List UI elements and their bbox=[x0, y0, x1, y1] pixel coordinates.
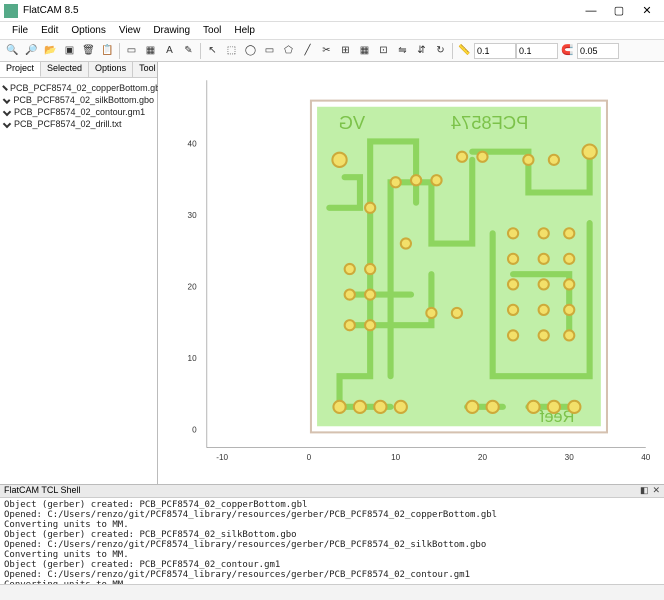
check-icon bbox=[3, 120, 11, 128]
zoom-out-icon[interactable]: 🔎 bbox=[22, 41, 41, 60]
project-tree: PCB_PCF8574_02_copperBottom.gbl PCB_PCF8… bbox=[0, 78, 157, 134]
check-icon bbox=[3, 96, 11, 104]
tree-label: PCB_PCF8574_02_contour.gm1 bbox=[14, 107, 145, 117]
statusbar bbox=[0, 584, 664, 600]
flip-h-icon[interactable]: ⇋ bbox=[393, 41, 412, 60]
pcb-board: VG PCF8574 Reef bbox=[311, 101, 607, 433]
app-icon bbox=[4, 4, 18, 18]
snap-y-input[interactable] bbox=[516, 43, 558, 59]
new-layer-icon[interactable]: ▦ bbox=[141, 41, 160, 60]
grid-icon[interactable]: ⊞ bbox=[336, 41, 355, 60]
layer-icon[interactable]: ▣ bbox=[60, 41, 79, 60]
line-icon[interactable]: ╱ bbox=[298, 41, 317, 60]
sidebar: Project Selected Options Tool PCB_PCF857… bbox=[0, 62, 158, 484]
rotate-icon[interactable]: ↻ bbox=[431, 41, 450, 60]
y-tick: 30 bbox=[188, 211, 198, 220]
menubar: File Edit Options View Drawing Tool Help bbox=[0, 22, 664, 40]
delete-icon[interactable]: 🗑 bbox=[79, 41, 98, 60]
canvas-area[interactable]: 0 10 20 30 40 -10 0 10 20 30 40 VG PCF85… bbox=[158, 62, 664, 484]
tab-selected[interactable]: Selected bbox=[41, 62, 89, 77]
text-icon[interactable]: A bbox=[160, 41, 179, 60]
x-tick: 0 bbox=[307, 453, 312, 462]
shell-title-label: FlatCAM TCL Shell bbox=[4, 485, 81, 497]
snap-icon[interactable]: ▦ bbox=[355, 41, 374, 60]
circle-icon[interactable]: ◯ bbox=[241, 41, 260, 60]
x-tick: 30 bbox=[565, 453, 575, 462]
flip-v-icon[interactable]: ⇵ bbox=[412, 41, 431, 60]
tcl-shell[interactable]: Object (gerber) created: PCB_PCF8574_02_… bbox=[0, 498, 664, 584]
threshold-input[interactable] bbox=[577, 43, 619, 59]
new-doc-icon[interactable]: ▭ bbox=[122, 41, 141, 60]
snap-x-input[interactable] bbox=[474, 43, 516, 59]
tree-item-drill[interactable]: PCB_PCF8574_02_drill.txt bbox=[3, 118, 154, 130]
menu-edit[interactable]: Edit bbox=[35, 24, 64, 37]
polygon-icon[interactable]: ⬠ bbox=[279, 41, 298, 60]
pointer-icon[interactable]: ↖ bbox=[203, 41, 222, 60]
tab-options[interactable]: Options bbox=[89, 62, 133, 77]
menu-view[interactable]: View bbox=[113, 24, 147, 37]
x-tick: -10 bbox=[216, 453, 228, 462]
tree-label: PCB_PCF8574_02_copperBottom.gbl bbox=[10, 83, 162, 93]
y-tick: 10 bbox=[188, 354, 198, 363]
menu-file[interactable]: File bbox=[6, 24, 34, 37]
maximize-button[interactable]: ▢ bbox=[606, 3, 632, 19]
array-icon[interactable]: ⊡ bbox=[374, 41, 393, 60]
toolbar: 🔍 🔎 📂 ▣ 🗑 📋 ▭ ▦ A ✎ ↖ ⬚ ◯ ▭ ⬠ ╱ ✂ ⊞ ▦ ⊡ … bbox=[0, 40, 664, 62]
silk-text: VG bbox=[339, 112, 366, 133]
window-title: FlatCAM 8.5 bbox=[23, 5, 79, 16]
note-icon[interactable]: ✎ bbox=[179, 41, 198, 60]
check-icon bbox=[3, 108, 11, 116]
tree-label: PCB_PCF8574_02_drill.txt bbox=[14, 119, 122, 129]
shell-titlebar: FlatCAM TCL Shell ◧ ✕ bbox=[0, 484, 664, 498]
zoom-in-icon[interactable]: 🔍 bbox=[3, 41, 22, 60]
x-tick: 40 bbox=[641, 453, 651, 462]
tree-label: PCB_PCF8574_02_silkBottom.gbo bbox=[13, 95, 154, 105]
open-icon[interactable]: 📂 bbox=[41, 41, 60, 60]
x-tick: 10 bbox=[391, 453, 401, 462]
menu-help[interactable]: Help bbox=[228, 24, 261, 37]
y-tick: 0 bbox=[192, 425, 197, 434]
sidebar-tabs: Project Selected Options Tool bbox=[0, 62, 157, 78]
y-tick: 20 bbox=[188, 282, 198, 291]
measure-icon[interactable]: 📏 bbox=[455, 41, 474, 60]
check-icon bbox=[2, 85, 8, 91]
select-icon[interactable]: ⬚ bbox=[222, 41, 241, 60]
shell-close-icon[interactable]: ✕ bbox=[652, 485, 660, 497]
tree-item-contour[interactable]: PCB_PCF8574_02_contour.gm1 bbox=[3, 106, 154, 118]
close-button[interactable]: ✕ bbox=[634, 3, 660, 19]
menu-tool[interactable]: Tool bbox=[197, 24, 227, 37]
cut-icon[interactable]: ✂ bbox=[317, 41, 336, 60]
copy-icon[interactable]: 📋 bbox=[98, 41, 117, 60]
tree-item-copper[interactable]: PCB_PCF8574_02_copperBottom.gbl bbox=[3, 82, 154, 94]
y-tick: 40 bbox=[188, 140, 198, 149]
shell-undock-icon[interactable]: ◧ bbox=[640, 485, 649, 497]
minimize-button[interactable]: — bbox=[578, 3, 604, 19]
menu-drawing[interactable]: Drawing bbox=[147, 24, 196, 37]
main-area: Project Selected Options Tool PCB_PCF857… bbox=[0, 62, 664, 484]
tab-project[interactable]: Project bbox=[0, 62, 41, 77]
magnet-icon[interactable]: 🧲 bbox=[558, 41, 577, 60]
titlebar: FlatCAM 8.5 — ▢ ✕ bbox=[0, 0, 664, 22]
x-tick: 20 bbox=[478, 453, 488, 462]
menu-options[interactable]: Options bbox=[65, 24, 111, 37]
tree-item-silk[interactable]: PCB_PCF8574_02_silkBottom.gbo bbox=[3, 94, 154, 106]
silk-text: PCF8574 bbox=[451, 112, 529, 133]
rect-icon[interactable]: ▭ bbox=[260, 41, 279, 60]
